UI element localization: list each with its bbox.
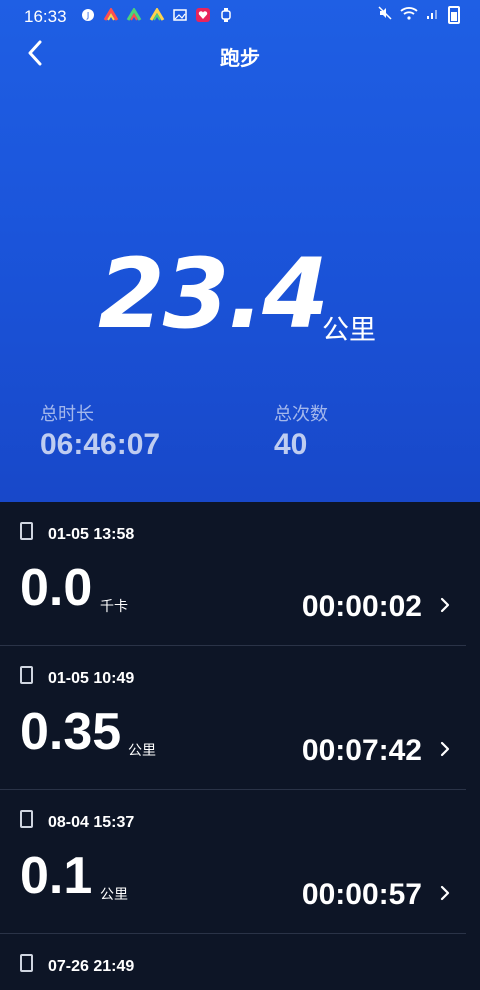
record-date: 01-05 10:49 — [48, 670, 135, 687]
record-duration: 00:07:42 — [301, 734, 422, 767]
notification-icon-1: J — [80, 7, 96, 23]
list-item[interactable]: 01-05 13:58 0.0 千卡 00:00:02 — [0, 502, 466, 646]
total-count-value: 40 — [274, 428, 308, 461]
list-item[interactable]: 01-05 10:49 0.35 公里 00:07:42 — [0, 646, 466, 790]
total-duration-value: 06:46:07 — [40, 428, 161, 461]
list-item[interactable]: 07-26 21:49 — [0, 934, 466, 990]
battery-icon — [448, 6, 460, 24]
chevron-right-icon — [434, 882, 456, 904]
record-unit: 公里 — [128, 743, 156, 759]
record-list: 01-05 13:58 0.0 千卡 00:00:02 01-05 10:49 … — [0, 502, 480, 990]
record-date: 07-26 21:49 — [48, 958, 135, 975]
list-item[interactable]: 08-04 15:37 0.1 公里 00:00:57 — [0, 790, 466, 934]
record-duration: 00:00:57 — [301, 878, 422, 911]
record-date: 01-05 13:58 — [48, 526, 135, 543]
heart-app-icon — [195, 7, 211, 23]
total-count-label: 总次数 — [274, 404, 328, 425]
notification-icon-4 — [149, 7, 165, 23]
status-time: 16:33 — [24, 7, 67, 26]
record-date: 08-04 15:37 — [48, 814, 135, 831]
record-value: 0.1 — [20, 847, 93, 905]
wifi-icon — [400, 6, 418, 24]
nav-bar: 跑步 — [0, 34, 480, 74]
total-distance-value: 23.4 — [98, 238, 329, 350]
notification-icon-3 — [126, 7, 142, 23]
svg-text:J: J — [86, 11, 89, 20]
notification-icon-2 — [103, 7, 119, 23]
mute-icon — [378, 6, 392, 24]
phone-icon — [20, 522, 33, 540]
watch-icon — [218, 7, 234, 23]
record-value: 0.35 — [20, 703, 122, 761]
total-distance-unit: 公里 — [322, 315, 376, 346]
status-bar: 16:33 J — [0, 0, 480, 34]
notification-icons: J — [80, 7, 234, 23]
image-icon — [172, 7, 188, 23]
system-icons — [378, 6, 460, 24]
chevron-right-icon — [434, 594, 456, 616]
record-duration: 00:00:02 — [301, 590, 422, 623]
record-value: 0.0 — [20, 559, 93, 617]
chevron-right-icon — [434, 738, 456, 760]
record-unit: 千卡 — [100, 599, 128, 615]
record-unit: 公里 — [100, 887, 128, 903]
phone-icon — [20, 954, 33, 972]
signal-icon — [426, 6, 440, 24]
total-duration-label: 总时长 — [40, 404, 94, 425]
page-title: 跑步 — [220, 46, 260, 70]
phone-icon — [20, 666, 33, 684]
phone-icon — [20, 810, 33, 828]
summary-header: 16:33 J 跑步 23.4 公里 总时长 06:46:07 总次数 40 — [0, 0, 480, 502]
